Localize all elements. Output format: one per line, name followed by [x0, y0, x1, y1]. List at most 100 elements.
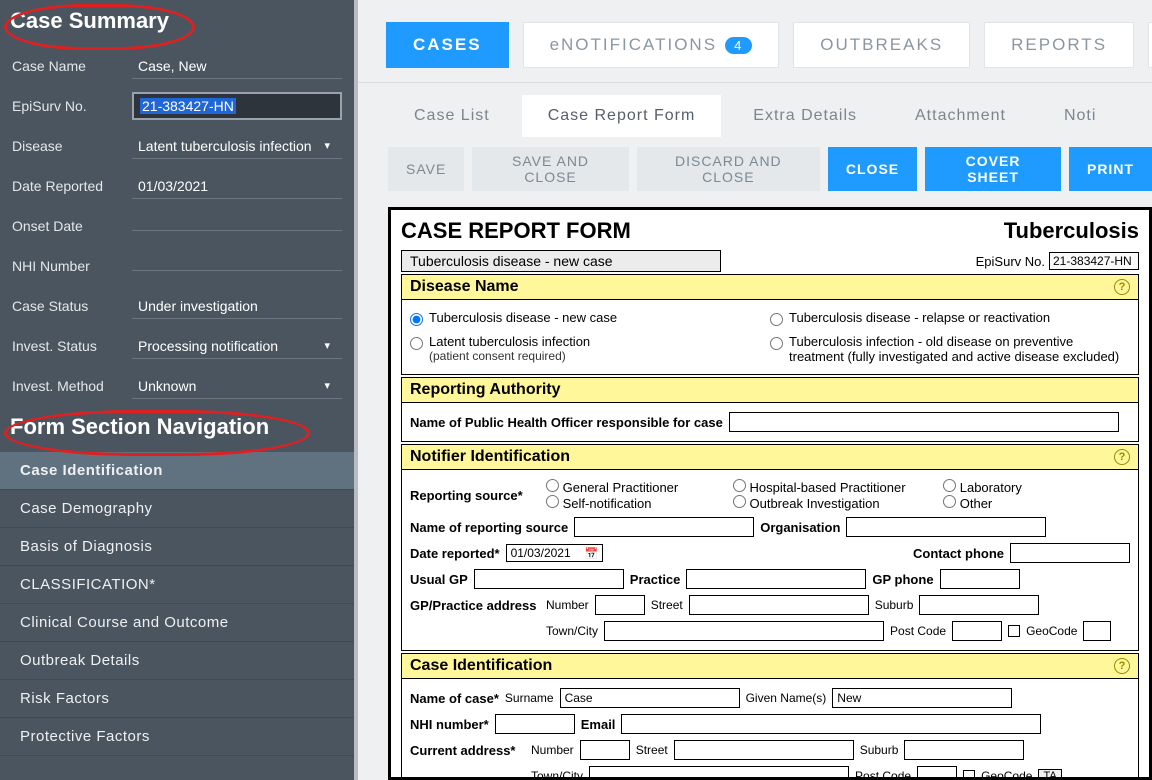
radio-tb-relapse[interactable]: Tuberculosis disease - relapse or reacti…	[770, 306, 1130, 330]
subtab-extra-details[interactable]: Extra Details	[727, 95, 883, 137]
gp-town-input[interactable]	[604, 621, 884, 641]
field-nhi: NHI Number	[0, 246, 354, 286]
given-input[interactable]	[832, 688, 1012, 708]
subtab-notif[interactable]: Noti	[1038, 95, 1122, 137]
nav-basis-diagnosis[interactable]: Basis of Diagnosis	[0, 528, 354, 566]
form-title: CASE REPORT FORM	[401, 218, 631, 244]
main-area: CASES eNOTIFICATIONS4 OUTBREAKS REPORTS …	[358, 0, 1152, 780]
field-case-status: Case Status Under investigation	[0, 286, 354, 326]
contact-ph-input[interactable]	[1010, 543, 1130, 563]
nav-outbreak-details[interactable]: Outbreak Details	[0, 642, 354, 680]
episurv-value[interactable]: 21-383427-HN	[132, 92, 342, 120]
save-button[interactable]: SAVE	[388, 147, 464, 191]
tab-enotifications[interactable]: eNOTIFICATIONS4	[523, 22, 780, 68]
close-button[interactable]: CLOSE	[828, 147, 917, 191]
geocode-checkbox[interactable]	[1008, 625, 1020, 637]
radio-tb-new[interactable]: Tuberculosis disease - new case	[410, 306, 770, 330]
addr-street-input[interactable]	[674, 740, 854, 760]
ta-button[interactable]: TA	[1038, 769, 1061, 780]
nav-clinical-course[interactable]: Clinical Course and Outcome	[0, 604, 354, 642]
nav-case-demography[interactable]: Case Demography	[0, 490, 354, 528]
section-case-id: Case Identification?	[401, 653, 1139, 679]
gp-num-input[interactable]	[595, 595, 645, 615]
tab-maps[interactable]: MAPS	[1148, 22, 1152, 68]
field-invest-status: Invest. Status Processing notification▾	[0, 326, 354, 366]
email-label: Email	[581, 717, 616, 732]
help-icon[interactable]: ?	[1114, 449, 1130, 465]
nhi-value[interactable]	[132, 262, 342, 271]
date-rep-label: Date reported*	[410, 546, 500, 561]
rs-hospital[interactable]: Hospital-based Practitioner	[733, 479, 943, 495]
episurv-label: EpiSurv No.	[12, 98, 132, 114]
org-label: Organisation	[760, 520, 840, 535]
form-section-nav-title: Form Section Navigation	[10, 414, 344, 440]
geocode2-checkbox[interactable]	[963, 770, 975, 780]
nav-classification[interactable]: CLASSIFICATION*	[0, 566, 354, 604]
discard-close-button[interactable]: DISCARD AND CLOSE	[637, 147, 820, 191]
radio-latent-tb[interactable]: Latent tuberculosis infection(patient co…	[410, 330, 770, 368]
rs-self[interactable]: Self-notification	[546, 495, 733, 511]
field-date-reported: Date Reported 01/03/2021	[0, 166, 354, 206]
subtab-case-list[interactable]: Case List	[388, 95, 516, 137]
case-name-label: Case Name	[12, 58, 132, 74]
nhi-num-input[interactable]	[495, 714, 575, 734]
gp-street-input[interactable]	[689, 595, 869, 615]
org-input[interactable]	[846, 517, 1046, 537]
usual-gp-input[interactable]	[474, 569, 624, 589]
email-input[interactable]	[621, 714, 1041, 734]
save-close-button[interactable]: SAVE AND CLOSE	[472, 147, 628, 191]
rs-lab[interactable]: Laboratory	[943, 479, 1130, 495]
subtab-case-report-form[interactable]: Case Report Form	[522, 95, 722, 137]
surname-input[interactable]	[560, 688, 740, 708]
disease-name-body: Tuberculosis disease - new case Tubercul…	[401, 300, 1139, 375]
gp-phone-input[interactable]	[940, 569, 1020, 589]
geocode-input[interactable]	[1083, 621, 1111, 641]
print-button[interactable]: PRINT	[1069, 147, 1152, 191]
rs-outbreak[interactable]: Outbreak Investigation	[733, 495, 943, 511]
addr-postcode-input[interactable]	[917, 766, 957, 780]
rs-gp[interactable]: General Practitioner	[546, 479, 733, 495]
cover-sheet-button[interactable]: COVER SHEET	[925, 147, 1061, 191]
nav-case-identification[interactable]: Case Identification	[0, 452, 354, 490]
case-name-value[interactable]: Case, New	[132, 54, 342, 79]
case-report-form: CASE REPORT FORM Tuberculosis Tuberculos…	[388, 207, 1152, 780]
episurv-form-label: EpiSurv No.	[976, 254, 1045, 269]
nav-protective-factors[interactable]: Protective Factors	[0, 718, 354, 756]
ph-officer-input[interactable]	[729, 412, 1119, 432]
section-disease-name: Disease Name?	[401, 274, 1139, 300]
section-notifier-id: Notifier Identification?	[401, 444, 1139, 470]
help-icon[interactable]: ?	[1114, 658, 1130, 674]
tab-cases[interactable]: CASES	[386, 22, 509, 68]
chevron-down-icon: ▾	[324, 379, 330, 392]
invest-method-select[interactable]: Unknown▾	[132, 374, 342, 399]
case-status-value[interactable]: Under investigation	[132, 294, 342, 319]
nav-risk-factors[interactable]: Risk Factors	[0, 680, 354, 718]
gp-suburb-input[interactable]	[919, 595, 1039, 615]
radio-tb-old[interactable]: Tuberculosis infection - old disease on …	[770, 330, 1130, 368]
tab-outbreaks[interactable]: OUTBREAKS	[793, 22, 970, 68]
rs-other[interactable]: Other	[943, 495, 1130, 511]
addr-town-input[interactable]	[589, 766, 849, 780]
field-invest-method: Invest. Method Unknown▾	[0, 366, 354, 406]
name-case-label: Name of case*	[410, 691, 499, 706]
practice-input[interactable]	[686, 569, 866, 589]
addr-suburb-input[interactable]	[904, 740, 1024, 760]
help-icon[interactable]: ?	[1114, 279, 1130, 295]
invest-status-select[interactable]: Processing notification▾	[132, 334, 342, 359]
tab-reports[interactable]: REPORTS	[984, 22, 1134, 68]
date-rep-input[interactable]: 📅	[506, 544, 604, 562]
disease-select[interactable]: Latent tuberculosis infection▾	[132, 134, 342, 159]
invest-method-label: Invest. Method	[12, 378, 132, 394]
ph-officer-label: Name of Public Health Officer responsibl…	[410, 415, 723, 430]
episurv-input[interactable]	[1049, 252, 1139, 270]
name-rep-input[interactable]	[574, 517, 754, 537]
cur-addr-label: Current address*	[410, 743, 525, 758]
chevron-down-icon: ▾	[324, 339, 330, 352]
addr-num-input[interactable]	[580, 740, 630, 760]
gp-addr-label: GP/Practice address	[410, 598, 540, 613]
gp-postcode-input[interactable]	[952, 621, 1002, 641]
nav-list: Case Identification Case Demography Basi…	[0, 452, 354, 756]
onset-date-value[interactable]	[132, 222, 342, 231]
subtab-attachment[interactable]: Attachment	[889, 95, 1032, 137]
date-reported-value[interactable]: 01/03/2021	[132, 174, 342, 199]
